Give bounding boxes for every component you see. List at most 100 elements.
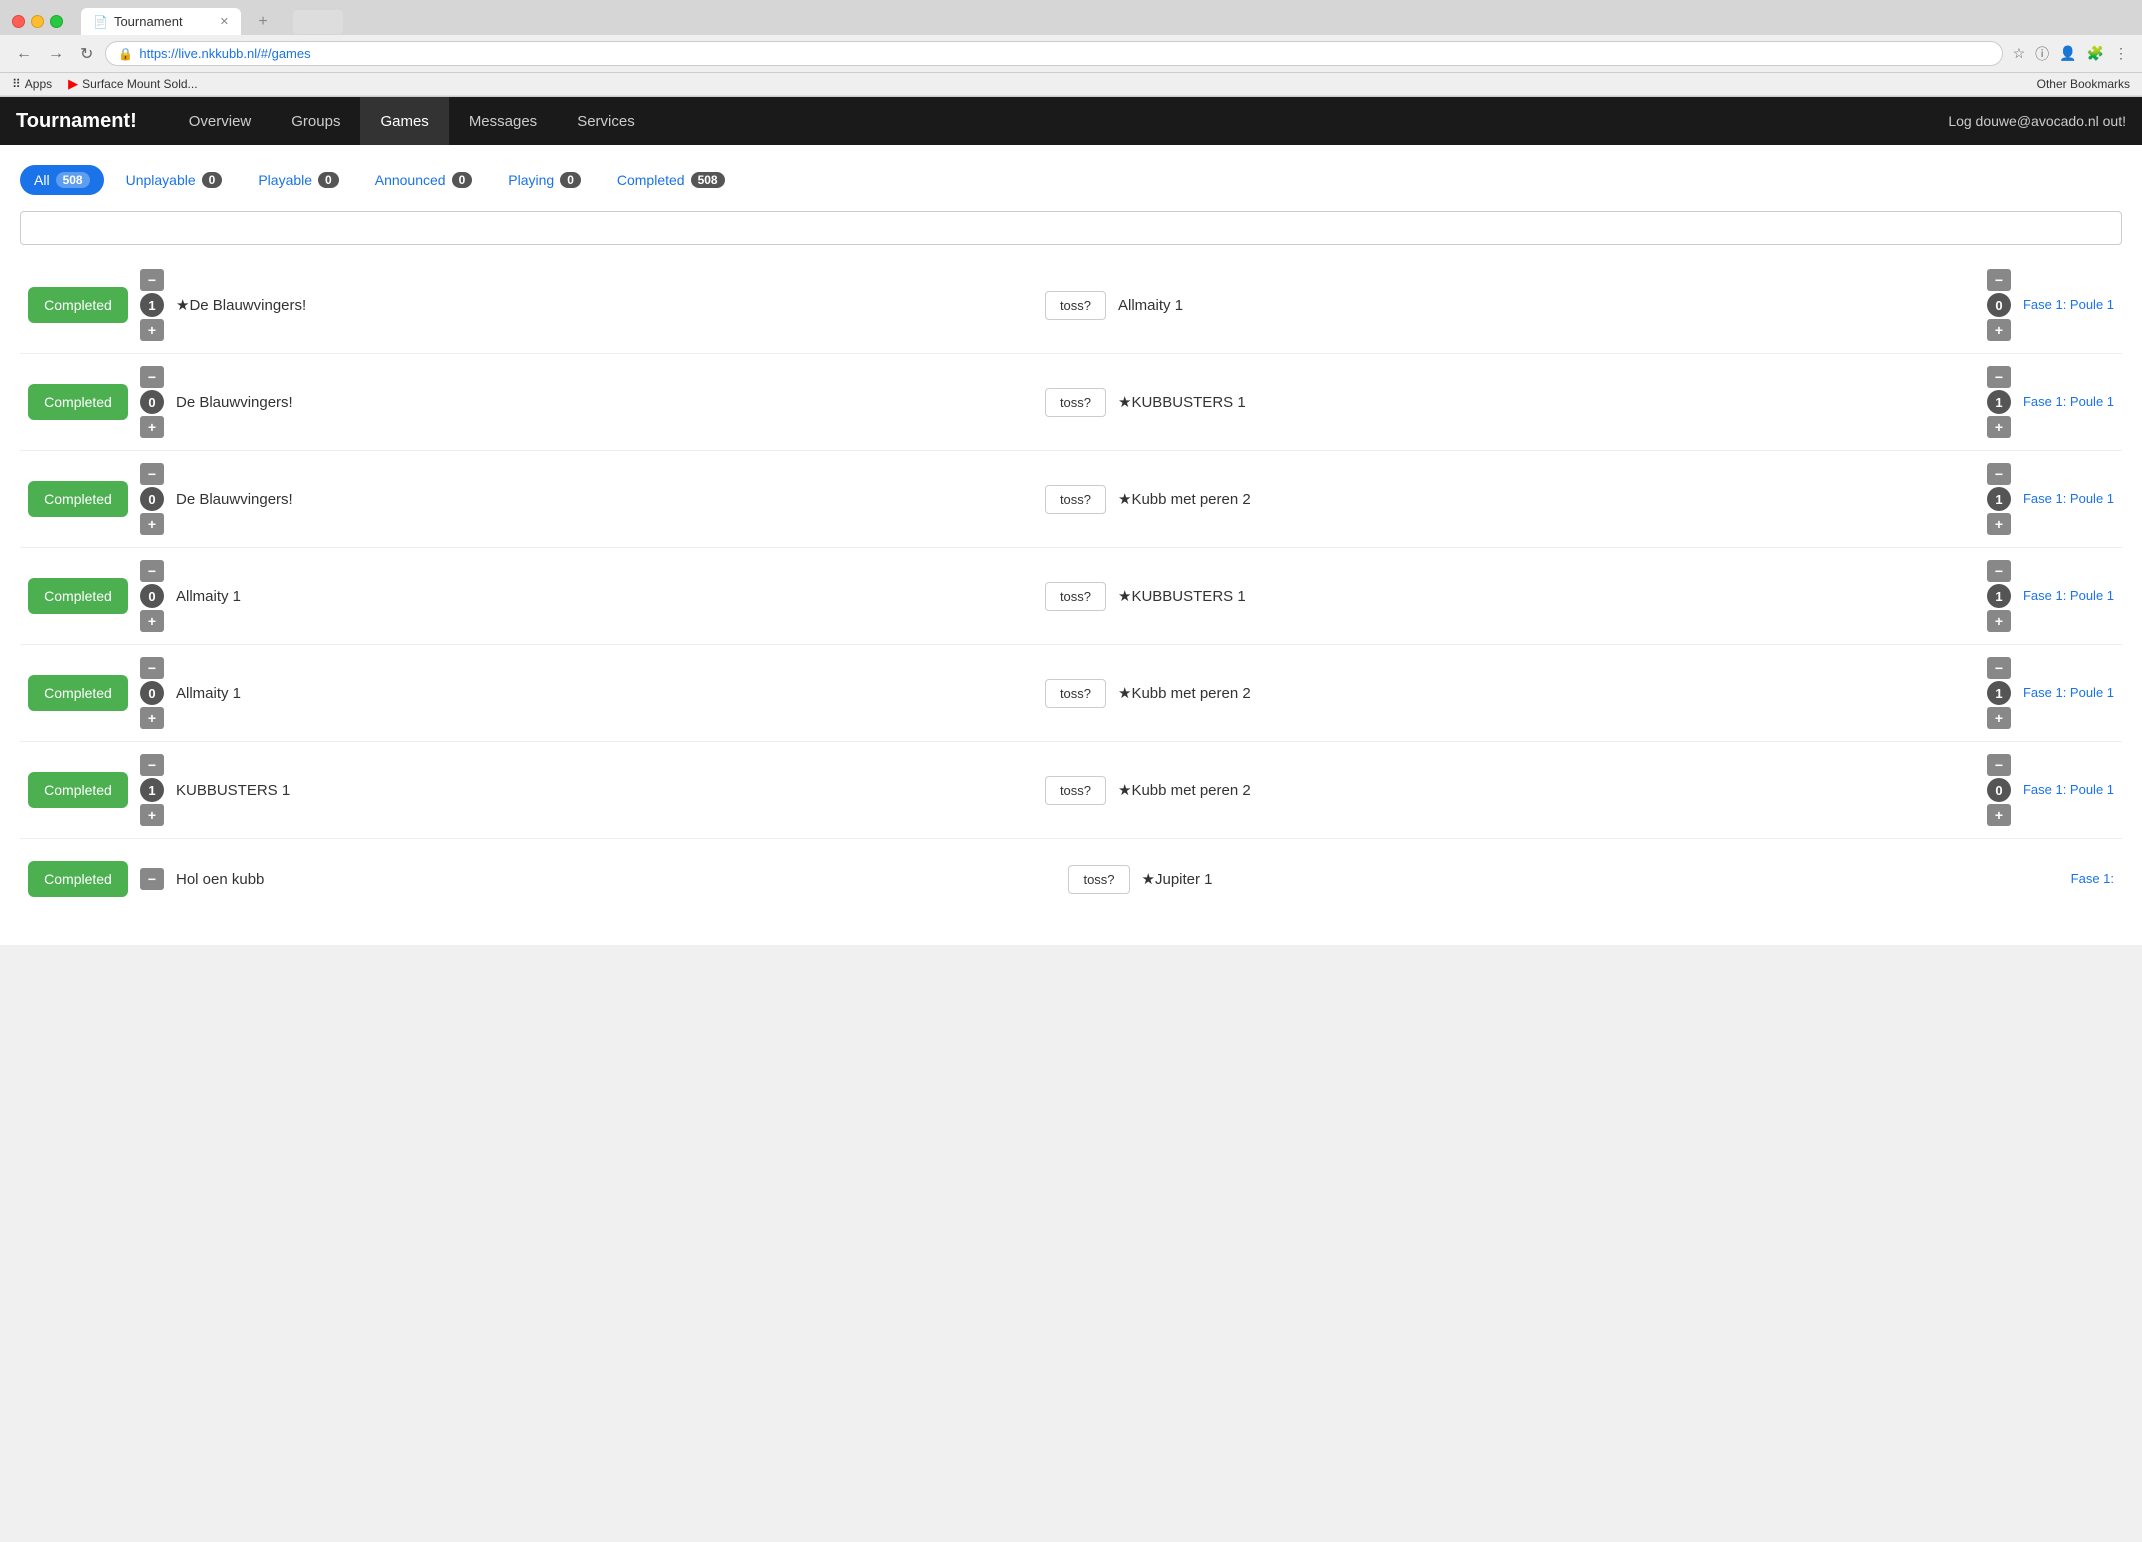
score-decrease-left-6[interactable]: − (140, 868, 164, 890)
score-decrease-left-2[interactable]: − (140, 463, 164, 485)
score-increase-right-5[interactable]: + (1987, 804, 2011, 826)
filter-tab-playing[interactable]: Playing 0 (494, 165, 595, 195)
score-decrease-left-1[interactable]: − (140, 366, 164, 388)
reload-button[interactable]: ↻ (76, 42, 97, 66)
score-increase-right-2[interactable]: + (1987, 513, 2011, 535)
other-bookmarks-label: Other Bookmarks (2037, 77, 2130, 91)
score-left-0: 1 (140, 293, 164, 317)
nav-link-overview[interactable]: Overview (169, 97, 272, 145)
score-decrease-right-5[interactable]: − (1987, 754, 2011, 776)
toss-button-5[interactable]: toss? (1045, 776, 1106, 805)
score-control-right-1: − 1 + (1987, 366, 2011, 438)
score-decrease-left-3[interactable]: − (140, 560, 164, 582)
address-bar[interactable]: 🔒 https://live.nkkubb.nl/#/games (105, 41, 2002, 66)
score-increase-right-1[interactable]: + (1987, 416, 2011, 438)
score-increase-left-1[interactable]: + (140, 416, 164, 438)
browser-titlebar: 📄 Tournament ✕ + (0, 0, 2142, 35)
team1-name-2: De Blauwvingers! (176, 491, 1033, 508)
toss-button-2[interactable]: toss? (1045, 485, 1106, 514)
score-right-1: 1 (1987, 390, 2011, 414)
phase-link-4[interactable]: Fase 1: Poule 1 (2023, 684, 2114, 702)
score-increase-right-4[interactable]: + (1987, 707, 2011, 729)
apps-grid-icon: ⠿ (12, 77, 21, 91)
toss-button-1[interactable]: toss? (1045, 388, 1106, 417)
filter-tab-completed[interactable]: Completed 508 (603, 165, 739, 195)
score-increase-left-0[interactable]: + (140, 319, 164, 341)
bookmark-star-icon[interactable]: ☆ (2011, 43, 2028, 64)
filter-playable-badge: 0 (318, 172, 339, 188)
nav-link-groups[interactable]: Groups (271, 97, 360, 145)
phase-link-3[interactable]: Fase 1: Poule 1 (2023, 587, 2114, 605)
youtube-bookmark[interactable]: ▶ Surface Mount Sold... (68, 76, 197, 92)
status-badge[interactable]: Completed (28, 287, 128, 323)
account-icon[interactable]: 👤 (2057, 43, 2078, 64)
new-tab-button[interactable]: + (249, 10, 277, 34)
status-badge[interactable]: Completed (28, 481, 128, 517)
score-increase-left-5[interactable]: + (140, 804, 164, 826)
phase-link-6[interactable]: Fase 1: (2034, 870, 2114, 888)
apps-bookmark[interactable]: ⠿ Apps (12, 77, 52, 91)
dot-minimize[interactable] (31, 15, 44, 28)
filter-tab-all[interactable]: All 508 (20, 165, 104, 195)
score-increase-left-2[interactable]: + (140, 513, 164, 535)
main-content: All 508 Unplayable 0 Playable 0 Announce… (0, 145, 2142, 945)
other-bookmarks[interactable]: Other Bookmarks (2037, 77, 2130, 91)
app-brand[interactable]: Tournament! (16, 110, 137, 133)
team1-name-6: Hol oen kubb (176, 871, 1056, 888)
tab-title: Tournament (114, 14, 183, 29)
toss-button-0[interactable]: toss? (1045, 291, 1106, 320)
filter-tab-unplayable[interactable]: Unplayable 0 (112, 165, 237, 195)
dot-maximize[interactable] (50, 15, 63, 28)
status-badge[interactable]: Completed (28, 384, 128, 420)
table-row: Completed − 1 + KUBBUSTERS 1 toss? ★Kubb… (20, 742, 2122, 839)
status-badge[interactable]: Completed (28, 675, 128, 711)
score-decrease-left-4[interactable]: − (140, 657, 164, 679)
score-increase-left-3[interactable]: + (140, 610, 164, 632)
score-decrease-right-3[interactable]: − (1987, 560, 2011, 582)
nav-link-games[interactable]: Games (360, 97, 448, 145)
filter-tab-announced[interactable]: Announced 0 (361, 165, 487, 195)
table-row: Completed − 0 + De Blauwvingers! toss? ★… (20, 451, 2122, 548)
score-decrease-right-2[interactable]: − (1987, 463, 2011, 485)
filter-tab-playable[interactable]: Playable 0 (244, 165, 352, 195)
status-badge[interactable]: Completed (28, 772, 128, 808)
toolbar-right: ☆ ⓘ 👤 🧩 ⋮ (2011, 42, 2130, 66)
score-increase-right-0[interactable]: + (1987, 319, 2011, 341)
score-decrease-left-5[interactable]: − (140, 754, 164, 776)
team1-name-0: ★De Blauwvingers! (176, 296, 1033, 314)
forward-button[interactable]: → (44, 43, 68, 65)
toss-button-4[interactable]: toss? (1045, 679, 1106, 708)
toss-button-3[interactable]: toss? (1045, 582, 1106, 611)
team2-name-4: ★Kubb met peren 2 (1118, 684, 1975, 702)
nav-link-services[interactable]: Services (557, 97, 655, 145)
browser-tab[interactable]: 📄 Tournament ✕ (81, 8, 241, 35)
phase-link-2[interactable]: Fase 1: Poule 1 (2023, 490, 2114, 508)
score-decrease-right-4[interactable]: − (1987, 657, 2011, 679)
score-increase-right-3[interactable]: + (1987, 610, 2011, 632)
back-button[interactable]: ← (12, 43, 36, 65)
score-control-left-5: − 1 + (140, 754, 164, 826)
score-right-3: 1 (1987, 584, 2011, 608)
phase-link-5[interactable]: Fase 1: Poule 1 (2023, 781, 2114, 799)
info-icon[interactable]: ⓘ (2033, 42, 2051, 66)
logout-button[interactable]: Log douwe@avocado.nl out! (1948, 113, 2126, 129)
score-decrease-right-1[interactable]: − (1987, 366, 2011, 388)
dot-close[interactable] (12, 15, 25, 28)
score-decrease-left-0[interactable]: − (140, 269, 164, 291)
browser-toolbar: ← → ↻ 🔒 https://live.nkkubb.nl/#/games ☆… (0, 35, 2142, 73)
filter-completed-label: Completed (617, 172, 685, 188)
status-badge[interactable]: Completed (28, 578, 128, 614)
status-badge[interactable]: Completed (28, 861, 128, 897)
phase-link-1[interactable]: Fase 1: Poule 1 (2023, 393, 2114, 411)
lock-icon: 🔒 (118, 47, 133, 61)
score-decrease-right-0[interactable]: − (1987, 269, 2011, 291)
nav-link-messages[interactable]: Messages (449, 97, 557, 145)
extensions-icon[interactable]: 🧩 (2085, 43, 2106, 64)
phase-link-0[interactable]: Fase 1: Poule 1 (2023, 296, 2114, 314)
search-input[interactable] (20, 211, 2122, 245)
score-increase-left-4[interactable]: + (140, 707, 164, 729)
toss-button-6[interactable]: toss? (1068, 865, 1129, 894)
tab-close-button[interactable]: ✕ (220, 15, 229, 28)
menu-icon[interactable]: ⋮ (2112, 43, 2130, 64)
tab-icon: 📄 (93, 15, 108, 29)
